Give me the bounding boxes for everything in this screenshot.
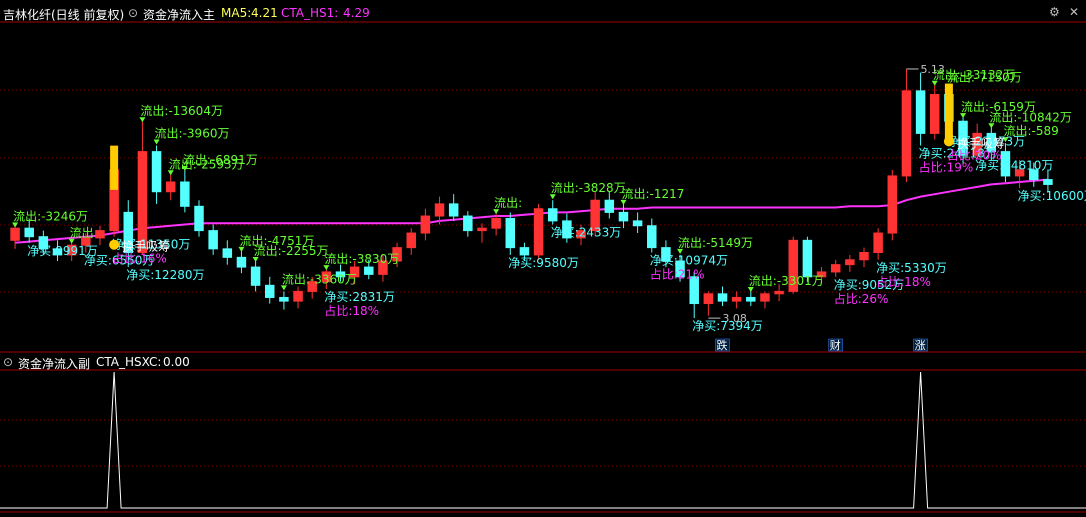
ratio-label-26: 占比:21% xyxy=(650,266,705,281)
signal-label-11: 换手吸筹 xyxy=(122,240,170,254)
candle-body-45 xyxy=(647,225,657,249)
candle-body-52 xyxy=(746,296,756,302)
outflow-label-14: 流出:-3360万 xyxy=(282,272,357,286)
candle-body-28 xyxy=(406,232,416,249)
candle-body-59 xyxy=(845,259,855,266)
candle-body-17 xyxy=(250,266,261,286)
outflow-label-1: 流出 xyxy=(70,226,94,240)
candle-body-53 xyxy=(760,293,770,302)
outflow-label-0: 流出:-3246万 xyxy=(13,210,88,224)
ratio-label-29: 占比:26% xyxy=(834,291,889,306)
candle-body-61 xyxy=(873,232,883,253)
outflow-label-20: 流出:-3828万 xyxy=(551,181,626,195)
ratio-label-17: 占比:18% xyxy=(324,303,379,318)
sub-toggle-icon[interactable]: ⊙ xyxy=(3,355,13,369)
candle-body-12 xyxy=(180,181,190,207)
close-icon[interactable]: ✕ xyxy=(1069,5,1079,19)
indicator-toggle-icon[interactable]: ⊙ xyxy=(128,6,138,20)
outflow-label-5: 流出:-3960万 xyxy=(155,127,230,141)
candle-body-25 xyxy=(364,266,374,275)
sub-indicator-name: 资金净流入副 xyxy=(18,357,91,371)
sub-chart-layer xyxy=(0,371,1086,509)
outflow-label-13: 流出:-2255万 xyxy=(254,244,329,258)
inflow-label-9: 净买:12280万 xyxy=(126,268,204,282)
candle-body-19 xyxy=(279,296,289,302)
candle-body-43 xyxy=(618,211,629,222)
signal-coin-icon-43 xyxy=(943,136,954,147)
sub-label: CTA_HSXC: xyxy=(96,355,162,369)
outflow-label-23: 流出:-5149万 xyxy=(678,236,753,250)
candle-body-54 xyxy=(774,290,784,295)
candle-body-32 xyxy=(463,215,473,232)
candle-body-11 xyxy=(165,181,176,193)
signal-coin-icon-11 xyxy=(109,239,120,250)
candle-body-20 xyxy=(293,290,303,302)
outflow-label-18: 流出: xyxy=(494,196,522,210)
inflow-label-41: 净买:10600万 xyxy=(1018,189,1086,203)
stock-title: 吉林化纤(日线 前复权) xyxy=(3,8,125,22)
candle-body-29 xyxy=(420,215,431,234)
outflow-label-37: 流出:-10842万 xyxy=(989,110,1072,124)
inflow-label-30: 净买:5330万 xyxy=(876,261,947,275)
candle-body-30 xyxy=(434,203,445,217)
chart-stage: 5.13 3.08 流出:-3246万 流出 净买:9991万 净买:6550万 流出:-1… xyxy=(0,0,1086,517)
candle-body-65 xyxy=(929,93,940,134)
candle-body-62 xyxy=(887,175,898,234)
event-label-2: 涨 xyxy=(915,339,926,352)
event-label-1: 财 xyxy=(830,338,841,352)
candle-body-16 xyxy=(236,256,247,268)
outflow-label-27: 流出:-3301万 xyxy=(749,274,824,288)
candle-body-50 xyxy=(717,293,728,302)
inflow-label-16: 净买:2831万 xyxy=(324,290,395,304)
settings-icon[interactable]: ⚙ xyxy=(1049,5,1060,19)
outflow-label-35: 流出:-7150万 xyxy=(947,71,1022,85)
outflow-label-7: 流出:-6891万 xyxy=(183,153,258,167)
candle-body-35 xyxy=(505,217,516,249)
candle-body-36 xyxy=(519,247,530,256)
candle-body-58 xyxy=(830,264,841,273)
ma5-label: MA5: xyxy=(221,6,252,20)
cta-hsxc-line xyxy=(0,371,1086,509)
candle-body-37 xyxy=(533,208,544,256)
hs1-value: 4.29 xyxy=(343,6,370,20)
outflow-label-22: 流出:-1217 xyxy=(621,187,684,201)
candle-body-63 xyxy=(901,90,912,177)
signal-label-43: 换手吸筹 xyxy=(957,136,1005,150)
candle-body-56 xyxy=(802,239,813,278)
outflow-label-4: 流出:-13604万 xyxy=(140,104,223,118)
candle-body-38 xyxy=(547,208,558,222)
candle-body-33 xyxy=(477,227,487,232)
ma5-value: 4.21 xyxy=(251,6,278,20)
event-label-0: 跌 xyxy=(717,338,728,352)
main-chart[interactable]: 5.133.08流出:-3246万流出净买:9991万净买:6550万流出:-1… xyxy=(0,0,1086,517)
candle-body-31 xyxy=(448,203,459,217)
candle-body-51 xyxy=(731,296,742,302)
inflow-label-25: 净买:10974万 xyxy=(650,253,728,267)
inflow-label-21: 净买:2433万 xyxy=(551,226,622,240)
candle-body-6 xyxy=(95,230,105,239)
candle-body-10 xyxy=(151,151,162,193)
candle-body-13 xyxy=(194,205,204,232)
candle-body-73 xyxy=(1043,179,1053,185)
indicator-name: 资金净流入主 xyxy=(143,8,216,22)
candle-body-64 xyxy=(915,90,926,134)
ratio-label-31: 占比:18% xyxy=(876,274,931,289)
hs1-label: CTA_HS1: xyxy=(281,6,339,20)
candle-body-14 xyxy=(208,230,218,250)
candle-body-49 xyxy=(703,293,714,305)
signal-bar-43 xyxy=(944,83,953,142)
candle-body-0 xyxy=(10,227,20,241)
sub-value: 0.00 xyxy=(163,355,190,369)
inflow-label-24: 净买:7394万 xyxy=(692,319,763,333)
candle-body-34 xyxy=(491,217,501,229)
candle-body-44 xyxy=(632,220,643,227)
candle-body-42 xyxy=(604,199,615,213)
outflow-label-15: 流出:-3830万 xyxy=(324,252,399,266)
candle-body-60 xyxy=(859,251,869,261)
candle-body-1 xyxy=(24,227,34,238)
inflow-label-19: 净买:9580万 xyxy=(508,256,579,270)
candle-body-18 xyxy=(265,284,275,298)
signal-bar-11 xyxy=(110,145,119,190)
candle-body-15 xyxy=(222,248,233,258)
